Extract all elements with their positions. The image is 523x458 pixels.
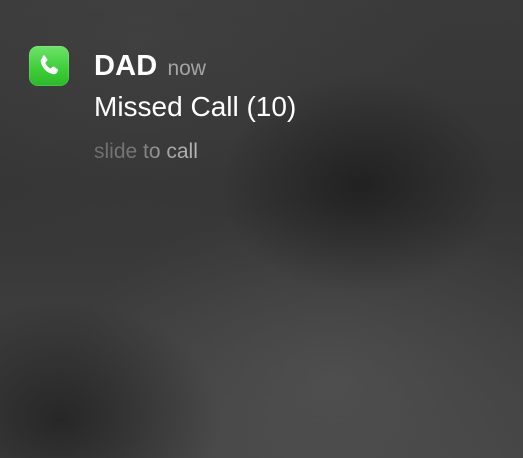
- phone-handset-glyph: [40, 55, 59, 75]
- notification-message: Missed Call (10): [94, 91, 297, 122]
- slide-to-call-hint[interactable]: slide to call: [94, 140, 198, 164]
- missed-call-notification[interactable]: DAD now Missed Call (10) slide to call: [0, 0, 523, 200]
- notification-time: now: [167, 57, 206, 80]
- phone-icon: [29, 46, 69, 86]
- notification-header: DAD now: [94, 50, 206, 83]
- caller-name: DAD: [94, 50, 158, 82]
